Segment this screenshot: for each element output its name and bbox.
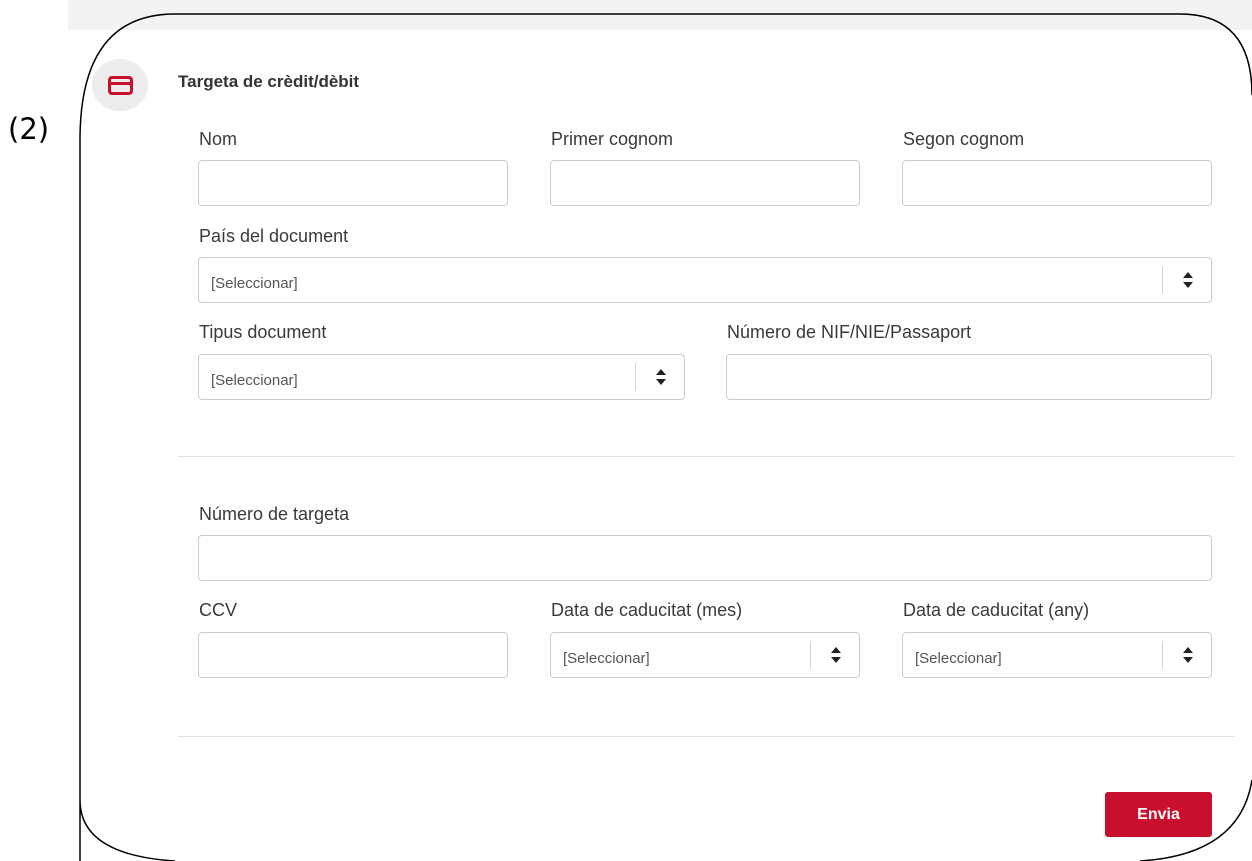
sort-arrows-icon <box>1183 647 1193 663</box>
sort-arrows-icon <box>831 647 841 663</box>
caducitat-any-label: Data de caducitat (any) <box>903 600 1090 620</box>
segon-cognom-label: Segon cognom <box>903 129 1025 149</box>
ccv-input[interactable] <box>198 632 508 678</box>
caducitat-mes-label: Data de caducitat (mes) <box>551 600 743 620</box>
tipus-document-label: Tipus document <box>199 322 327 342</box>
numero-document-label: Número de NIF/NIE/Passaport <box>727 322 972 342</box>
section-title: Targeta de crèdit/dèbit <box>178 72 360 91</box>
sort-arrows-icon <box>1183 272 1193 288</box>
nom-label: Nom <box>199 129 238 149</box>
caducitat-mes-selected: [Seleccionar] <box>563 650 650 667</box>
caducitat-any-selected: [Seleccionar] <box>915 650 1002 667</box>
annotation-label: (2) <box>8 112 50 146</box>
select-separator <box>1162 641 1163 669</box>
numero-document-input[interactable] <box>726 354 1212 400</box>
section-divider <box>178 456 1235 457</box>
section-divider <box>178 736 1235 737</box>
credit-card-icon <box>108 76 133 95</box>
tipus-document-selected: [Seleccionar] <box>211 372 298 389</box>
primer-cognom-label: Primer cognom <box>551 129 674 149</box>
ccv-label: CCV <box>199 600 238 620</box>
nom-input[interactable] <box>198 160 508 206</box>
segon-cognom-input[interactable] <box>902 160 1212 206</box>
pais-document-selected: [Seleccionar] <box>211 275 298 292</box>
numero-targeta-label: Número de targeta <box>199 504 350 524</box>
select-separator <box>635 363 636 391</box>
select-separator <box>1162 266 1163 294</box>
sort-arrows-icon <box>656 369 666 385</box>
payment-form-screen: (2) Targeta de crèdit/dèbit Nom Primer c… <box>0 0 1252 861</box>
submit-button[interactable]: Envia <box>1105 792 1212 837</box>
numero-targeta-input[interactable] <box>198 535 1212 581</box>
pais-document-label: País del document <box>199 226 349 246</box>
caducitat-any-select[interactable]: [Seleccionar] <box>902 632 1212 678</box>
primer-cognom-input[interactable] <box>550 160 860 206</box>
caducitat-mes-select[interactable]: [Seleccionar] <box>550 632 860 678</box>
tipus-document-select[interactable]: [Seleccionar] <box>198 354 685 400</box>
pais-document-select[interactable]: [Seleccionar] <box>198 257 1212 303</box>
select-separator <box>810 641 811 669</box>
